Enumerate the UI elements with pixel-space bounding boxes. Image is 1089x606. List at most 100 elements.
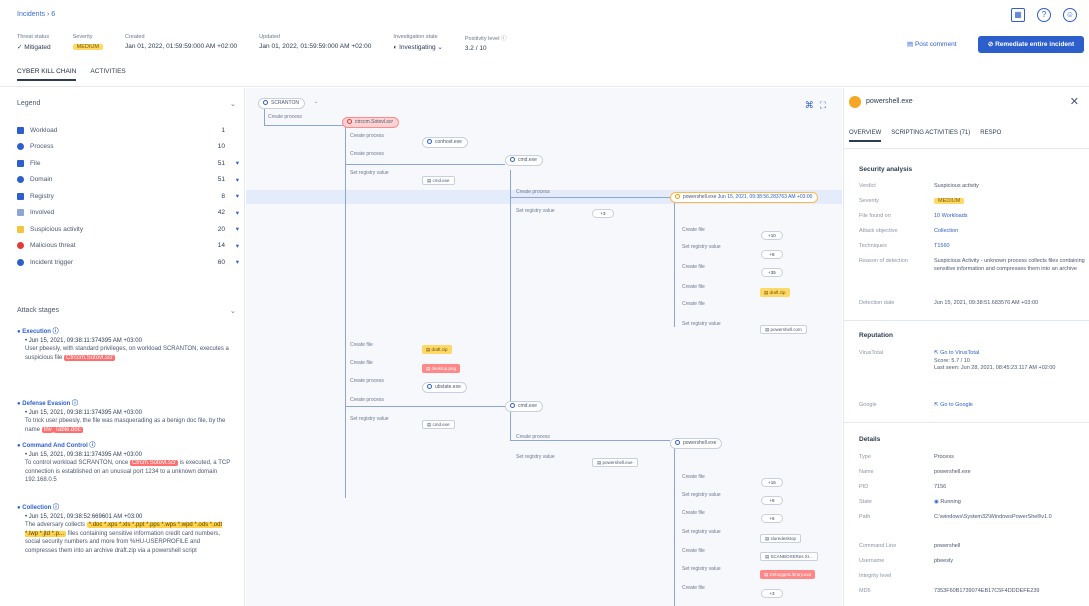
- info-icon[interactable]: ⓘ: [89, 443, 95, 449]
- stage-tag[interactable]: Inv_Table.doc: [41, 426, 83, 433]
- legend-item[interactable]: Workload 1: [17, 124, 239, 136]
- node-registry[interactable]: ▤ powershell.exe: [592, 458, 638, 467]
- stage-title[interactable]: ● Execution ⓘ: [17, 328, 232, 337]
- expand-pill[interactable]: +8: [761, 496, 783, 505]
- legend-toggle[interactable]: ▾: [225, 176, 239, 184]
- node-file-suspicious[interactable]: ▤ draft.zip: [760, 288, 790, 297]
- node-process[interactable]: conhost.exe: [422, 137, 468, 148]
- stage-time: Jun 15, 2021, 09:38:52:669601 AM +03:00: [28, 513, 143, 520]
- stage-time: Jun 15, 2021, 09:38:11:374395 AM +03:00: [28, 409, 142, 416]
- legend-item[interactable]: Malicious threat 14 ▾: [17, 240, 239, 252]
- node-process[interactable]: ubstate.exe: [422, 382, 467, 393]
- help-icon[interactable]: ?: [1037, 8, 1051, 22]
- workloads-link[interactable]: 10 Workloads: [934, 213, 1087, 221]
- legend-swatch-icon: [17, 126, 24, 134]
- info-icon[interactable]: ⓘ: [72, 401, 78, 407]
- threat-status: Threat status ✓ Mitigated: [17, 34, 51, 52]
- legend-toggle[interactable]: ▾: [225, 159, 239, 167]
- stage-title[interactable]: ● Command And Control ⓘ: [17, 442, 232, 451]
- info-icon[interactable]: ⓘ: [53, 505, 59, 511]
- stage-desc: The adversary collects: [25, 522, 87, 528]
- node-file[interactable]: ▤ SCANBOXERes.XI...: [760, 552, 818, 561]
- node-file[interactable]: ▤ sluredesktop: [760, 534, 802, 543]
- legend-title: Legend: [17, 100, 41, 107]
- legend-toggle[interactable]: ▾: [225, 242, 239, 250]
- expand-pill[interactable]: +10: [761, 231, 783, 240]
- legend-item[interactable]: Involved 42 ▾: [17, 207, 239, 219]
- legend-count: 1: [221, 126, 225, 134]
- node-file-suspicious[interactable]: ▤ draft.zip: [422, 345, 452, 354]
- legend-item[interactable]: Domain 51 ▾: [17, 174, 239, 186]
- tab-cyber-kill-chain[interactable]: CYBER KILL CHAIN: [17, 68, 77, 81]
- stage-tag[interactable]: Ctrccm.Sotovl.scr: [64, 354, 116, 361]
- node-file[interactable]: ▤ powershell.com: [760, 325, 807, 334]
- apps-grid-icon[interactable]: ▦: [1011, 8, 1025, 22]
- tab-activities[interactable]: ACTIVITIES: [90, 68, 125, 81]
- legend-count: 42: [217, 209, 225, 216]
- tab-overview[interactable]: OVERVIEW: [849, 130, 882, 142]
- virustotal-link[interactable]: ⇱ Go to VirusTotal: [934, 350, 979, 356]
- google-link[interactable]: ⇱ Go to Google: [934, 402, 1087, 410]
- left-panel: Legend ⌄ Workload 1 Process 10 File 51 ▾ Domain…: [0, 88, 245, 606]
- stages-collapse-icon[interactable]: ⌄: [230, 307, 236, 315]
- legend-toggle[interactable]: ▾: [225, 225, 239, 233]
- incident-meta: Threat status ✓ Mitigated Severity MEDIU…: [17, 34, 528, 52]
- positivity-value: 3.2 / 10: [464, 45, 487, 52]
- expand-pill[interactable]: +3: [592, 209, 614, 218]
- legend-item[interactable]: Registry 8 ▾: [17, 190, 239, 202]
- tab-response[interactable]: RESPO: [980, 130, 1001, 142]
- legend-label: File: [30, 159, 41, 167]
- breadcrumb[interactable]: Incidents › 6: [17, 11, 55, 18]
- stage-tag[interactable]: Ctrcm.Sotovl.scr: [129, 460, 178, 466]
- node-process-suspicious[interactable]: powershell.exe Jun 15, 2021, 09:38:56.28…: [670, 192, 819, 203]
- legend-swatch-icon: [17, 176, 24, 183]
- threat-status-value: ✓ Mitigated: [17, 44, 51, 51]
- legend-label: Involved: [30, 209, 55, 216]
- legend-item[interactable]: File 51 ▾: [17, 157, 239, 169]
- legend-item[interactable]: Incident trigger 60 ▾: [17, 256, 239, 268]
- info-icon[interactable]: ⓘ: [501, 36, 507, 42]
- legend-swatch-icon: [17, 258, 24, 266]
- edge-label: Set registry value: [516, 208, 555, 214]
- chevron-down-icon[interactable]: ⌄: [314, 99, 318, 105]
- edge-label: Set registry value: [350, 170, 389, 176]
- created-value: Jan 01, 2022, 01:59:59:000 AM +02:00: [124, 43, 238, 50]
- stage-title[interactable]: ● Defense Evasion ⓘ: [17, 400, 232, 409]
- node-file-malicious[interactable]: ▤ desktop.png: [422, 364, 461, 373]
- tab-scripting[interactable]: SCRIPTING ACTIVITIES (71): [891, 130, 970, 142]
- security-analysis-title: Security analysis: [859, 166, 913, 173]
- legend-count: 10: [217, 143, 225, 150]
- node-process-malicious[interactable]: ctrccm.Sotovl.scr: [342, 117, 400, 128]
- remediate-button[interactable]: ⊘ Remediate entire incident: [978, 36, 1084, 53]
- expand-pill[interactable]: +3: [761, 589, 783, 598]
- node-registry[interactable]: ▤ cmd.exe: [422, 176, 455, 185]
- investigation-state[interactable]: Investigation state ◐ Investigating ⌄: [393, 34, 443, 52]
- post-comment-button[interactable]: ▤ Post comment: [907, 40, 957, 48]
- stage-title[interactable]: ● Collection ⓘ: [17, 504, 232, 513]
- account-icon[interactable]: ☺: [1063, 8, 1077, 22]
- investigation-select[interactable]: ◐ Investigating ⌄: [393, 43, 443, 51]
- attack-stage: ● Defense Evasion ⓘ • Jun 15, 2021, 09:38…: [17, 400, 232, 434]
- node-process[interactable]: cmd.exe: [505, 155, 543, 166]
- legend-item[interactable]: Process 10: [17, 141, 239, 153]
- expand-icon[interactable]: ⛶: [820, 100, 832, 110]
- close-icon[interactable]: ✕: [1070, 95, 1079, 108]
- legend-toggle[interactable]: ▾: [225, 258, 239, 266]
- expand-pill[interactable]: +8: [761, 250, 783, 259]
- legend-collapse-icon[interactable]: ⌄: [230, 100, 236, 108]
- expand-pill[interactable]: +35: [761, 268, 783, 277]
- legend-toggle[interactable]: ▾: [225, 192, 239, 200]
- expand-pill[interactable]: +16: [761, 478, 783, 487]
- info-icon[interactable]: ⓘ: [53, 329, 59, 335]
- node-process[interactable]: cmd.exe: [505, 401, 543, 412]
- node-workload-root[interactable]: SCRANTON: [258, 98, 305, 109]
- legend-item[interactable]: Suspicious activity 20 ▾: [17, 223, 239, 235]
- fit-icon[interactable]: ⌘: [805, 100, 820, 110]
- node-registry[interactable]: ▤ cmd.exe: [422, 420, 455, 429]
- node-file-malicious[interactable]: ▤ DebuggerLibrary.exe: [760, 570, 816, 579]
- expand-pill[interactable]: +6: [761, 514, 783, 523]
- kill-chain-graph[interactable]: ⌘⛶ SCRANTON ⌄ Create process ctrccm.Soto…: [246, 88, 842, 606]
- node-process[interactable]: powershell.exe: [670, 438, 723, 449]
- legend-toggle[interactable]: ▾: [225, 209, 239, 217]
- created: Created Jan 01, 2022, 01:59:59:000 AM +0…: [125, 34, 237, 52]
